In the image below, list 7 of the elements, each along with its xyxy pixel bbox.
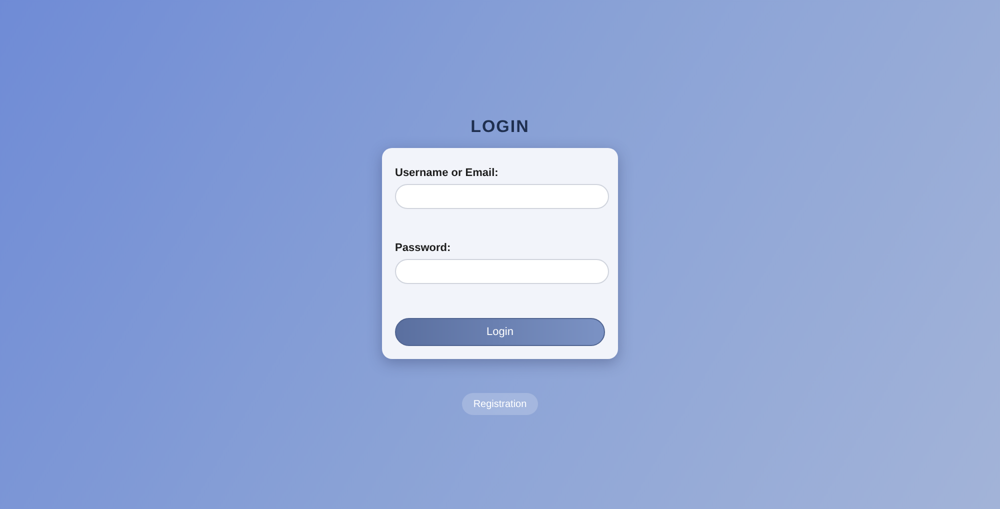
login-title: LOGIN [470,117,530,137]
password-field[interactable] [395,259,609,284]
login-button[interactable]: Login [395,318,605,346]
registration-button[interactable]: Registration [462,393,538,415]
field-label: Username or Email: [395,167,500,180]
username-field[interactable] [395,184,609,209]
field-label: Password: [395,242,452,255]
